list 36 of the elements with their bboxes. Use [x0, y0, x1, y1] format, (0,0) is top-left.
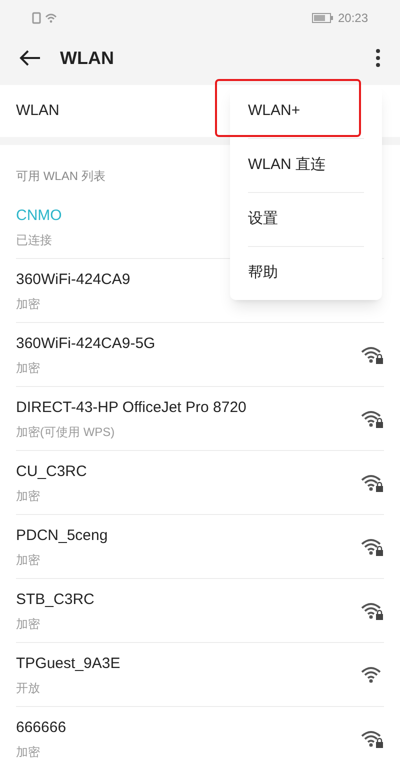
network-item[interactable]: STB_C3RC 加密 [16, 579, 384, 643]
network-status: 加密 [16, 552, 40, 568]
clock-text: 20:23 [338, 10, 368, 26]
page-title: WLAN [60, 46, 114, 70]
network-name: CU_C3RC [16, 462, 87, 482]
network-name: DIRECT-43-HP OfficeJet Pro 8720 [16, 398, 246, 418]
network-item[interactable]: DIRECT-43-HP OfficeJet Pro 8720 加密(可使用 WPS) [16, 387, 384, 451]
battery-icon [312, 12, 334, 22]
network-name: 360WiFi-424CA9 [16, 270, 130, 290]
network-status: 加密 [16, 744, 40, 760]
network-item[interactable]: PDCN_5ceng 加密 [16, 515, 384, 579]
network-name: 360WiFi-424CA9-5G [16, 334, 156, 354]
network-name: CNMO [16, 206, 62, 226]
menu-item[interactable]: 帮助 [248, 247, 364, 300]
network-status: 加密 [16, 360, 40, 376]
network-status: 加密 [16, 296, 40, 312]
menu-item[interactable]: 设置 [248, 193, 364, 246]
menu-item[interactable]: WLAN 直连 [248, 139, 364, 192]
wlan-label: WLAN [16, 100, 60, 121]
section-title: 可用 WLAN 列表 [16, 168, 106, 184]
network-item[interactable]: 666666 加密 [16, 707, 384, 768]
network-status: 加密 [16, 488, 40, 504]
network-item[interactable]: 360WiFi-424CA9-5G 加密 [16, 323, 384, 387]
network-status: 加密 [16, 616, 40, 632]
network-name: 666666 [16, 718, 66, 738]
network-status: 加密(可使用 WPS) [16, 424, 115, 440]
network-name: PDCN_5ceng [16, 526, 108, 546]
network-name: TPGuest_9A3E [16, 654, 120, 674]
sim-icon [32, 12, 41, 24]
network-status: 开放 [16, 680, 40, 696]
network-status: 已连接 [16, 232, 52, 248]
wifi-status-icon [45, 12, 57, 22]
menu-item[interactable]: WLAN+ [230, 85, 382, 138]
network-name: STB_C3RC [16, 590, 94, 610]
network-item[interactable]: CU_C3RC 加密 [16, 451, 384, 515]
network-item[interactable]: TPGuest_9A3E 开放 [16, 643, 384, 707]
